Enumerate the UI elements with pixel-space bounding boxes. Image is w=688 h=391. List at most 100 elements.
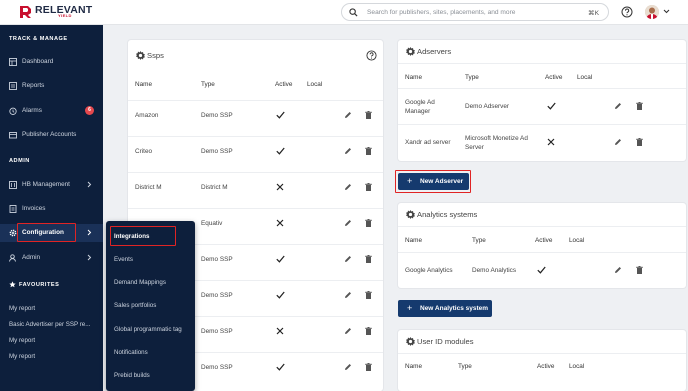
adserver-name: Xandr ad server <box>405 139 451 146</box>
sidebar-item-alarms[interactable]: Alarms 6 <box>0 102 103 120</box>
admin-icon <box>9 254 17 262</box>
delete-icon[interactable] <box>365 111 372 121</box>
favourite-link[interactable]: My report <box>9 353 35 360</box>
logo[interactable]: RELEVANT <box>19 5 92 19</box>
sidebar-item-label: Publisher Accounts <box>22 131 77 138</box>
section-favourites: FAVOURITES <box>19 282 60 288</box>
sidebar-item-invoices[interactable]: Invoices <box>0 200 103 218</box>
gear-icon <box>406 210 415 221</box>
favourite-link[interactable]: Basic Advertiser per SSP re... <box>9 321 90 328</box>
divider <box>398 63 686 64</box>
edit-icon[interactable] <box>344 183 352 193</box>
sidebar-item-reports[interactable]: Reports <box>0 77 103 95</box>
delete-icon[interactable] <box>365 291 372 301</box>
userid-card: User ID modules Name Type Active Local <box>398 330 686 391</box>
sidebar-item-admin[interactable]: Admin <box>0 249 103 267</box>
ssp-type: Demo SSP <box>201 292 233 299</box>
sidebar-item-publisher-accounts[interactable]: Publisher Accounts <box>0 126 103 144</box>
check-icon <box>276 255 285 265</box>
delete-icon[interactable] <box>636 266 643 276</box>
hb-icon <box>9 181 17 189</box>
submenu-prebid-builds[interactable]: Prebid builds <box>114 372 150 379</box>
analytics-card: Analytics systems Name Type Active Local… <box>398 203 686 288</box>
edit-icon[interactable] <box>344 111 352 121</box>
check-icon <box>547 102 556 112</box>
search-input[interactable]: Search for publishers, sites, placements… <box>341 3 609 21</box>
chevron-right-icon <box>87 254 92 263</box>
ssp-name: Criteo <box>135 148 153 155</box>
table-row[interactable]: Xandr ad server Microsoft Monetize Ad Serv… <box>398 124 686 160</box>
gear-icon <box>9 229 17 237</box>
edit-icon[interactable] <box>344 327 352 337</box>
col-header-active: Active <box>545 74 563 81</box>
edit-icon[interactable] <box>344 219 352 229</box>
submenu-global-tag[interactable]: Global programmatic tag <box>114 326 182 333</box>
integrations-highlight <box>110 226 176 246</box>
new-analytics-button[interactable]: + New Analytics system <box>398 300 492 317</box>
table-row[interactable]: Google Ad Manager Demo Adserver <box>398 88 686 124</box>
sidebar-item-hb-management[interactable]: HB Management <box>0 176 103 194</box>
submenu-sales-portfolios[interactable]: Sales portfolios <box>114 302 156 309</box>
x-icon <box>276 327 284 337</box>
edit-icon[interactable] <box>344 291 352 301</box>
col-header-name: Name <box>405 74 423 81</box>
favourite-link[interactable]: My report <box>9 337 35 344</box>
delete-icon[interactable] <box>365 183 372 193</box>
help-icon[interactable] <box>366 50 377 63</box>
edit-icon[interactable] <box>614 102 622 112</box>
edit-icon[interactable] <box>614 138 622 148</box>
delete-icon[interactable] <box>365 327 372 337</box>
avatar[interactable] <box>645 5 659 19</box>
table-row[interactable]: District M District M <box>128 172 383 208</box>
delete-icon[interactable] <box>365 147 372 157</box>
publisher-icon <box>9 131 17 139</box>
col-header-active: Active <box>537 363 555 370</box>
check-icon <box>537 266 546 276</box>
configuration-highlight <box>17 223 76 242</box>
delete-icon[interactable] <box>365 363 372 373</box>
ssp-type: Demo SSP <box>201 112 233 119</box>
adserver-name: Google Ad <box>405 99 435 106</box>
delete-icon[interactable] <box>636 138 643 148</box>
col-header-local: Local <box>307 81 323 88</box>
sidebar-item-label: HB Management <box>22 181 70 188</box>
delete-icon[interactable] <box>365 219 372 229</box>
table-row[interactable]: Google Analytics Demo Analytics <box>398 252 686 286</box>
adservers-card: Adservers Name Type Active Local Google … <box>398 40 686 161</box>
adserver-type: Demo Adserver <box>465 103 510 110</box>
col-header-active: Active <box>535 237 553 244</box>
table-row[interactable]: Criteo Demo SSP <box>128 136 383 172</box>
favourite-link[interactable]: My report <box>9 305 35 312</box>
invoice-icon <box>9 205 17 213</box>
gear-icon <box>406 337 415 348</box>
edit-icon[interactable] <box>344 363 352 373</box>
sidebar-item-dashboard[interactable]: Dashboard <box>0 53 103 71</box>
edit-icon[interactable] <box>344 147 352 157</box>
col-header-name: Name <box>135 81 153 88</box>
delete-icon[interactable] <box>365 255 372 265</box>
submenu-demand-mappings[interactable]: Demand Mappings <box>114 279 166 286</box>
submenu-events[interactable]: Events <box>114 256 133 263</box>
section-track-manage: TRACK & MANAGE <box>9 36 68 42</box>
ssp-type: Equativ <box>201 220 223 227</box>
help-icon[interactable] <box>621 6 633 20</box>
sidebar-item-label: Dashboard <box>22 58 54 65</box>
chevron-right-icon <box>87 229 92 238</box>
edit-icon[interactable] <box>614 266 622 276</box>
chevron-down-icon[interactable] <box>663 9 670 16</box>
dashboard-icon <box>9 58 17 66</box>
edit-icon[interactable] <box>344 255 352 265</box>
col-header-type: Type <box>465 74 479 81</box>
check-icon <box>276 291 285 301</box>
col-header-type: Type <box>201 81 215 88</box>
submenu-notifications[interactable]: Notifications <box>114 349 148 356</box>
delete-icon[interactable] <box>636 102 643 112</box>
sidebar-item-label: Invoices <box>22 205 46 212</box>
ssp-type: Demo SSP <box>201 364 233 371</box>
table-row[interactable]: Amazon Demo SSP <box>128 100 383 136</box>
analytics-name: Google Analytics <box>405 267 453 274</box>
star-icon <box>9 281 16 290</box>
col-header-type: Type <box>458 363 472 370</box>
alarm-icon <box>9 107 17 115</box>
brand-sub: YIELD <box>58 13 72 18</box>
